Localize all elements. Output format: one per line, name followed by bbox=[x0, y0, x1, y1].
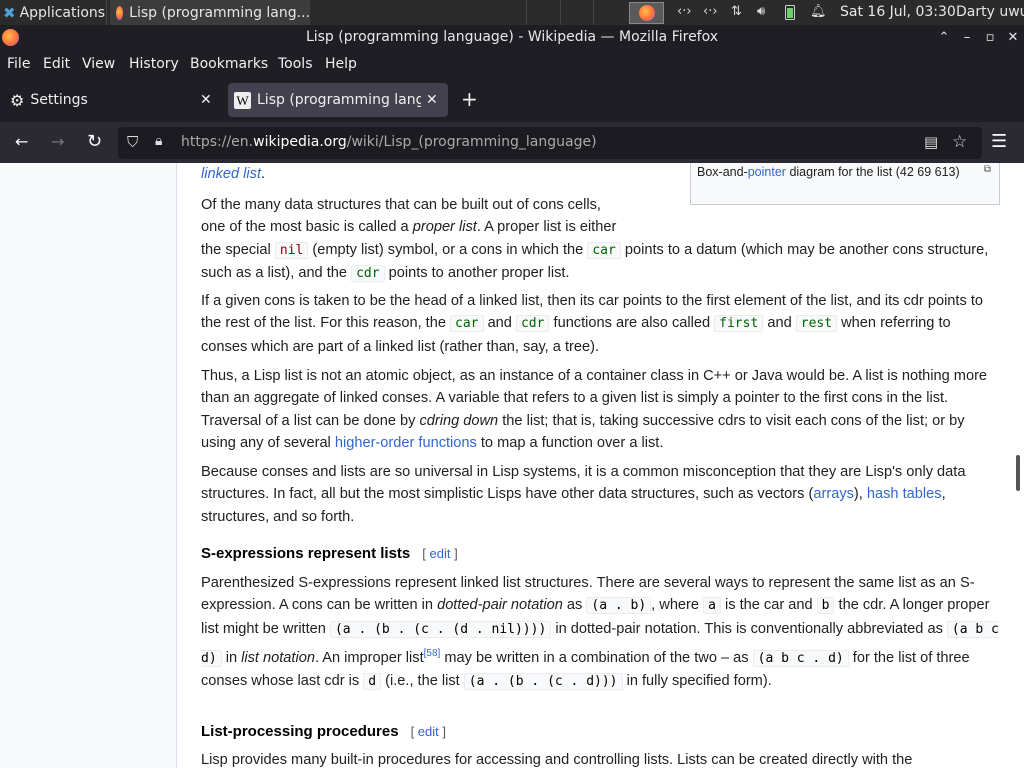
applications-menu[interactable]: ✖ Applications bbox=[0, 0, 105, 25]
minimize-icon[interactable]: – bbox=[957, 25, 977, 50]
applications-label: Applications bbox=[19, 4, 106, 21]
menu-bar: File Edit View History Bookmarks Tools H… bbox=[0, 50, 1024, 78]
link-linked-list[interactable]: linked list bbox=[201, 166, 261, 182]
paragraph-linked-list-head: If a given cons is taken to be the head … bbox=[201, 293, 984, 355]
network-icon-2[interactable]: ‹·› bbox=[703, 4, 718, 19]
firefox-icon bbox=[2, 29, 19, 46]
paragraph-misconception: Because conses and lists are so universa… bbox=[201, 464, 966, 525]
transfer-icon[interactable]: ⇅ bbox=[731, 4, 742, 19]
enlarge-icon[interactable]: ⧉ bbox=[984, 163, 991, 179]
taskbar-window-title: Lisp (programming lang... bbox=[129, 4, 310, 21]
paragraph-list-processing: Lisp provides many built-in procedures f… bbox=[201, 752, 913, 768]
notification-bell-icon[interactable]: 🔔︎ bbox=[810, 4, 827, 19]
menu-tools[interactable]: Tools bbox=[278, 56, 313, 72]
tab-close-icon[interactable]: ✕ bbox=[426, 92, 438, 108]
page-content: linked list. Box-and-pointer diagram for… bbox=[0, 163, 1024, 768]
link-arrays[interactable]: arrays bbox=[813, 486, 854, 502]
xfce-icon: ✖ bbox=[3, 3, 16, 22]
reload-icon[interactable]: ↻ bbox=[87, 131, 102, 152]
menu-edit[interactable]: Edit bbox=[43, 56, 70, 72]
maximize-icon[interactable]: ▫ bbox=[980, 25, 1000, 50]
tab-lisp[interactable]: W Lisp (programming langu ✕ bbox=[228, 83, 448, 117]
lock-icon[interactable]: 🔒︎ bbox=[155, 133, 162, 149]
clock[interactable]: Sat 16 Jul, 03:30 bbox=[840, 4, 956, 20]
link-pointer[interactable]: pointer bbox=[748, 165, 786, 179]
code-car: car bbox=[587, 241, 621, 259]
left-sidebar bbox=[0, 163, 177, 768]
navigation-toolbar: ← → ↻ ⛉ 🔒︎ https://en.wikipedia.org/wiki… bbox=[0, 122, 1024, 163]
volume-icon[interactable]: 🔊︎ bbox=[757, 4, 765, 19]
network-icon[interactable]: ‹·› bbox=[677, 4, 692, 19]
shield-icon[interactable]: ⛉ bbox=[127, 133, 138, 151]
gear-icon: ⚙ bbox=[10, 90, 25, 110]
tab-bar: ⚙ Settings ✕ W Lisp (programming langu ✕… bbox=[0, 78, 1024, 122]
tab-label: Lisp (programming langu bbox=[257, 92, 421, 108]
close-icon[interactable]: ✕ bbox=[1003, 25, 1023, 50]
heading-list-processing: List-processing procedures[ edit ] bbox=[201, 723, 446, 740]
edit-link-s-expressions[interactable]: edit bbox=[430, 546, 451, 561]
page-scrollbar[interactable] bbox=[1012, 163, 1024, 768]
window-shade-icon[interactable]: ⌃ bbox=[934, 25, 954, 50]
forward-icon[interactable]: → bbox=[51, 132, 64, 151]
tab-settings[interactable]: ⚙ Settings ✕ bbox=[4, 83, 222, 117]
menu-bookmarks[interactable]: Bookmarks bbox=[190, 56, 268, 72]
link-hash-tables[interactable]: hash tables bbox=[867, 486, 942, 502]
paragraph-s-expressions: Parenthesized S-expressions represent li… bbox=[201, 575, 999, 691]
url-bar[interactable]: ⛉ 🔒︎ https://en.wikipedia.org/wiki/Lisp_… bbox=[118, 127, 982, 159]
code-cdr: cdr bbox=[351, 265, 385, 283]
code-nil: nil bbox=[274, 241, 309, 259]
window-title: Lisp (programming language) - Wikipedia … bbox=[305, 29, 719, 45]
paragraph-proper-list: Of the many data structures that can be … bbox=[201, 197, 989, 283]
url-text[interactable]: https://en.wikipedia.org/wiki/Lisp_(prog… bbox=[181, 134, 597, 150]
new-tab-icon[interactable]: + bbox=[461, 87, 478, 111]
firefox-icon bbox=[116, 5, 124, 20]
bookmark-star-icon[interactable]: ☆ bbox=[952, 132, 967, 152]
tab-label: Settings bbox=[30, 92, 88, 108]
menu-file[interactable]: File bbox=[7, 56, 30, 72]
paragraph-atomic-object: Thus, a Lisp list is not an atomic objec… bbox=[201, 368, 988, 452]
window-titlebar: Lisp (programming language) - Wikipedia … bbox=[0, 25, 1024, 50]
link-higher-order-functions[interactable]: higher-order functions bbox=[335, 435, 477, 451]
taskbar-window-button[interactable]: Lisp (programming lang... bbox=[110, 0, 310, 25]
back-icon[interactable]: ← bbox=[15, 132, 28, 151]
menu-view[interactable]: View bbox=[82, 56, 115, 72]
firefox-tray-icon[interactable] bbox=[629, 2, 664, 24]
tab-close-icon[interactable]: ✕ bbox=[200, 92, 212, 108]
reader-view-icon[interactable]: ▤ bbox=[924, 133, 938, 151]
hamburger-menu-icon[interactable]: ☰ bbox=[991, 131, 1007, 152]
menu-history[interactable]: History bbox=[129, 56, 179, 72]
edit-link-list-processing[interactable]: edit bbox=[418, 724, 439, 739]
user-name[interactable]: Darty uwu bbox=[956, 4, 1024, 20]
menu-help[interactable]: Help bbox=[325, 56, 357, 72]
wikipedia-icon: W bbox=[234, 91, 251, 109]
scrollbar-thumb[interactable] bbox=[1016, 455, 1020, 491]
heading-s-expressions: S-expressions represent lists[ edit ] bbox=[201, 545, 458, 562]
battery-icon[interactable] bbox=[785, 5, 795, 20]
citation-58[interactable]: [58] bbox=[424, 648, 441, 659]
taskbar: ✖ Applications Lisp (programming lang...… bbox=[0, 0, 1024, 25]
